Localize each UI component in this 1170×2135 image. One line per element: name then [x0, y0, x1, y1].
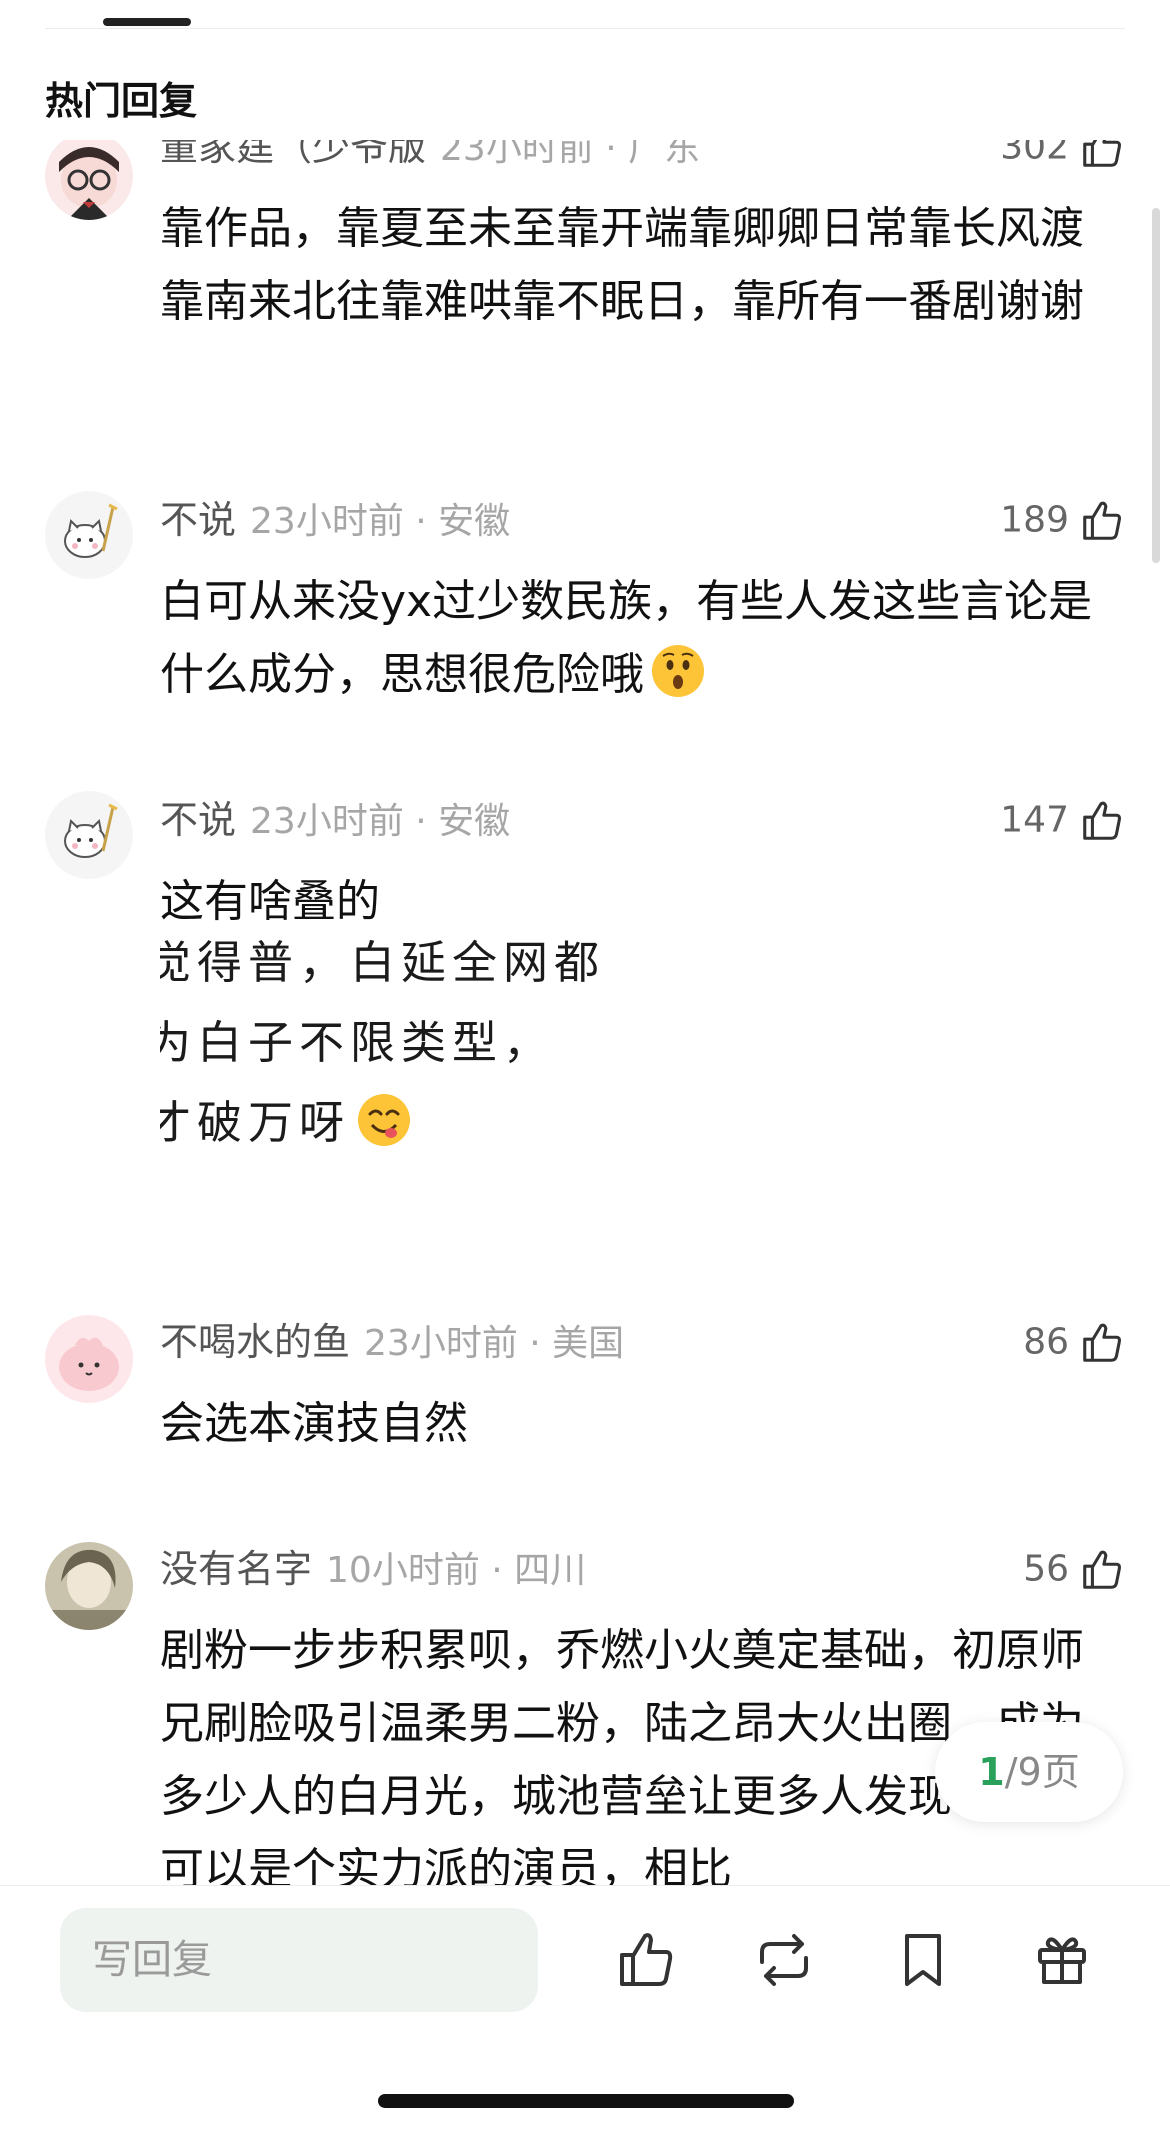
- comment-list: 董家莛（少爷版 23小时前 · 广东 302 靠作品，靠夏至未至靠开端靠卿卿日常靠…: [0, 140, 1170, 1885]
- reply-input[interactable]: 写回复: [60, 1908, 538, 2012]
- quote-line: 才破万呀: [160, 1096, 351, 1149]
- comment-text: 靠作品，靠夏至未至靠开端靠卿卿日常靠长风渡靠南来北往靠难哄靠不眠日，靠所有一番剧…: [160, 203, 1084, 327]
- avatar[interactable]: [45, 1315, 133, 1403]
- top-bar: 热门回复: [0, 0, 1170, 140]
- home-indicator: [378, 2094, 794, 2108]
- avatar[interactable]: [45, 791, 133, 879]
- comment-item: 不喝水的鱼 23小时前 · 美国 86 会选本演技自然: [0, 1315, 1170, 1455]
- bookmark-icon[interactable]: [891, 1928, 955, 1992]
- yum-face-emoji: [358, 1094, 411, 1146]
- username[interactable]: 不喝水的鱼: [160, 1320, 350, 1364]
- like-button[interactable]: 56: [1023, 1542, 1125, 1596]
- scrollbar[interactable]: [1152, 208, 1160, 563]
- comment-meta: 23小时前 · 安徽: [250, 801, 511, 842]
- comment-item: 不说 23小时前 · 安徽 147 这有啥叠的 觉得普，白延全网都 为白子不限类型…: [0, 791, 1170, 1213]
- username[interactable]: 董家莛（少爷版: [160, 140, 426, 169]
- like-count: 189: [1000, 499, 1069, 541]
- repost-icon[interactable]: [752, 1928, 816, 1992]
- comment-item: 没有名字 10小时前 · 四川 56 剧粉一步步积累呗，乔燃小火奠定基础，初原师兄…: [0, 1542, 1170, 1885]
- like-count: 86: [1023, 1321, 1069, 1363]
- avatar[interactable]: [45, 1542, 133, 1630]
- quote-line: 为白子不限类型，: [160, 1016, 555, 1069]
- reply-placeholder: 写回复: [92, 1937, 212, 1983]
- like-button[interactable]: 147: [1000, 793, 1125, 847]
- like-icon[interactable]: [614, 1928, 678, 1992]
- thumb-up-icon: [1083, 1550, 1121, 1589]
- quote-line: 觉得普，白延全网都: [160, 936, 600, 989]
- username[interactable]: 不说: [160, 498, 236, 542]
- comment-text: 白可从来没yx过少数民族，有些人发这些言论是什么成分，思想很危险哦: [160, 576, 1093, 700]
- page-total: /9页: [1004, 1750, 1080, 1794]
- divider: [45, 28, 1125, 29]
- like-count: 147: [1000, 799, 1069, 841]
- like-count: 302: [1000, 140, 1069, 168]
- page-indicator[interactable]: 1/9页: [935, 1722, 1123, 1822]
- section-title: 热门回复: [45, 79, 198, 123]
- like-count: 56: [1023, 1548, 1069, 1590]
- like-button[interactable]: 189: [1000, 493, 1125, 547]
- comment-meta: 23小时前 · 美国: [364, 1323, 625, 1364]
- sheet-grabber[interactable]: [103, 18, 191, 26]
- thumb-up-icon: [1083, 801, 1121, 840]
- username[interactable]: 没有名字: [160, 1547, 312, 1591]
- like-button[interactable]: 302: [1000, 140, 1125, 174]
- comment-item: 不说 23小时前 · 安徽 189 白可从来没yx过少数民族，有些人发这些言论是什…: [0, 491, 1170, 700]
- like-button[interactable]: 86: [1023, 1315, 1125, 1369]
- avatar[interactable]: [45, 140, 133, 220]
- quoted-screenshot-image[interactable]: 觉得普，白延全网都 为白子不限类型， 才破万呀: [160, 923, 600, 1173]
- comment-item: 董家莛（少爷版 23小时前 · 广东 302 靠作品，靠夏至未至靠开端靠卿卿日常靠…: [0, 140, 1170, 420]
- thumb-up-icon: [1083, 1323, 1121, 1362]
- hushed-face-emoji: [652, 645, 704, 697]
- comment-meta: 23小时前 · 安徽: [250, 501, 511, 542]
- comment-meta: 23小时前 · 广东: [440, 140, 701, 169]
- thumb-up-icon: [1083, 140, 1121, 167]
- comment-meta: 10小时前 · 四川: [326, 1550, 587, 1591]
- current-page: 1: [978, 1750, 1005, 1794]
- gift-icon[interactable]: [1030, 1928, 1094, 1992]
- username[interactable]: 不说: [160, 798, 236, 842]
- avatar[interactable]: [45, 491, 133, 579]
- thumb-up-icon: [1083, 501, 1121, 540]
- comment-text: 会选本演技自然: [160, 1398, 468, 1449]
